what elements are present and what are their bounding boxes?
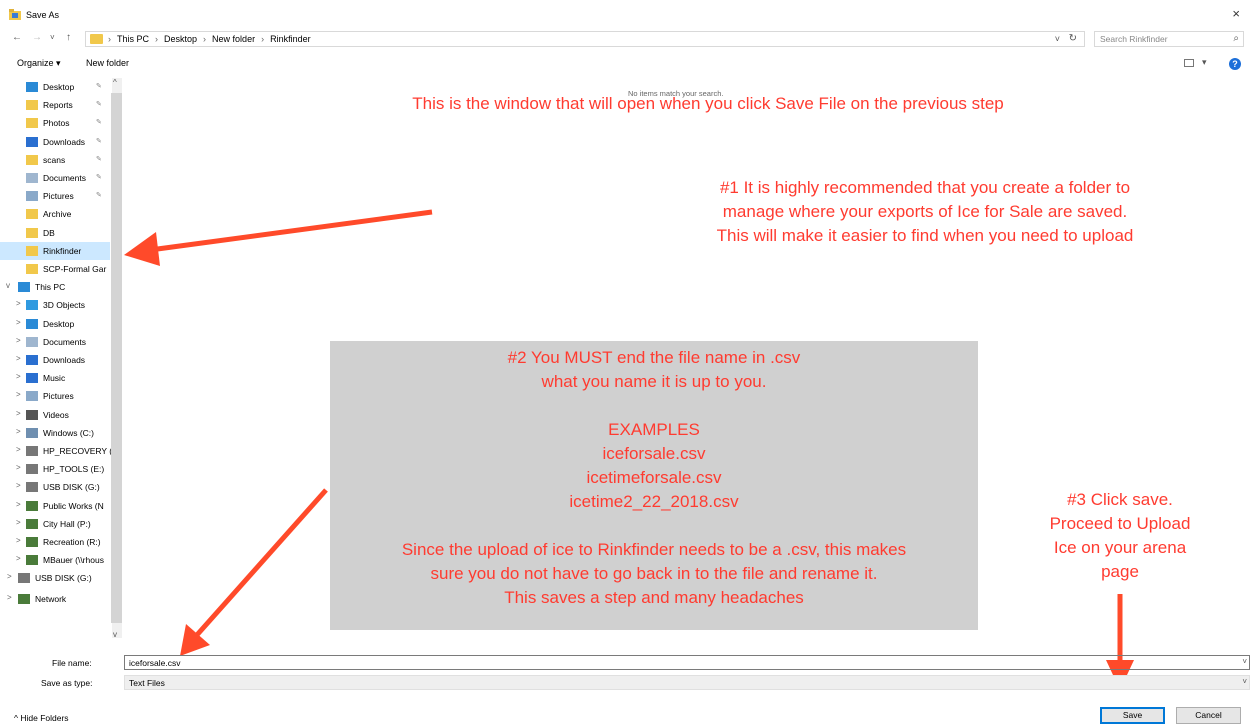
file-name-value: iceforsale.csv [129, 658, 181, 668]
save-as-type-label: Save as type: [41, 678, 93, 688]
annotation-arrows [124, 209, 1134, 690]
hide-folders-button[interactable]: ^ Hide Folders [14, 713, 69, 723]
chevron-down-icon[interactable]: ˅ [1242, 657, 1247, 666]
save-button[interactable]: Save [1100, 707, 1165, 724]
file-name-label: File name: [52, 658, 92, 668]
save-as-type-value: Text Files [129, 678, 165, 688]
arrow-to-folder [149, 209, 433, 253]
save-as-type-select[interactable]: Text Files ˅ [124, 675, 1250, 690]
file-name-field[interactable]: iceforsale.csv ˅ [124, 655, 1250, 670]
cancel-button[interactable]: Cancel [1176, 707, 1241, 724]
arrowhead-icon [124, 232, 160, 266]
chevron-down-icon[interactable]: ˅ [1242, 677, 1247, 686]
arrow-to-filename [194, 488, 328, 638]
